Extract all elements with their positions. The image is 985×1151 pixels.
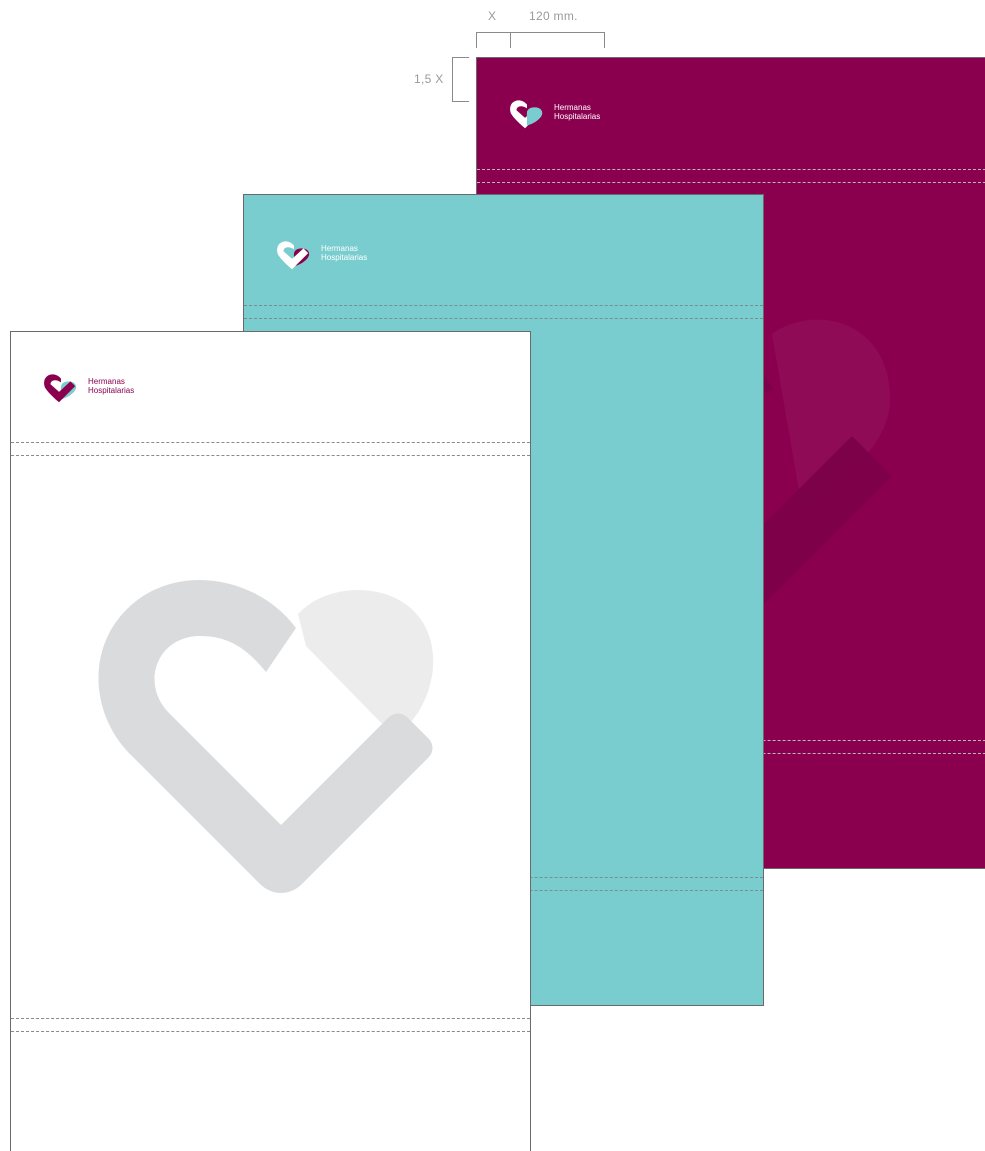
brand-name-line1: Hermanas	[88, 377, 125, 386]
brand-name-line2: Hospitalarias	[554, 112, 601, 121]
white-page: Hermanas Hospitalarias	[10, 331, 531, 1151]
brand-name: Hermanas Hospitalarias	[321, 244, 367, 262]
fold-line	[477, 182, 985, 183]
brand-name-line2: Hospitalarias	[88, 386, 135, 395]
brand-heart-logo-icon	[277, 241, 310, 270]
brand-name-line1: Hermanas	[321, 244, 358, 253]
brand-heart-logo-icon	[507, 96, 543, 134]
brand-name: Hermanas Hospitalarias	[88, 377, 134, 395]
brand-name-line1: Hermanas	[554, 103, 591, 112]
fold-line	[11, 455, 530, 456]
fold-line	[244, 318, 763, 319]
watermark-heart-icon	[98, 579, 434, 893]
fold-line	[11, 442, 530, 443]
fold-line	[11, 1031, 530, 1032]
brand-heart-logo-icon	[44, 374, 77, 403]
brand-name: Hermanas Hospitalarias	[554, 103, 600, 121]
fold-line	[11, 1018, 530, 1019]
fold-line	[477, 169, 985, 170]
brand-name-line2: Hospitalarias	[321, 253, 368, 262]
fold-line	[244, 305, 763, 306]
